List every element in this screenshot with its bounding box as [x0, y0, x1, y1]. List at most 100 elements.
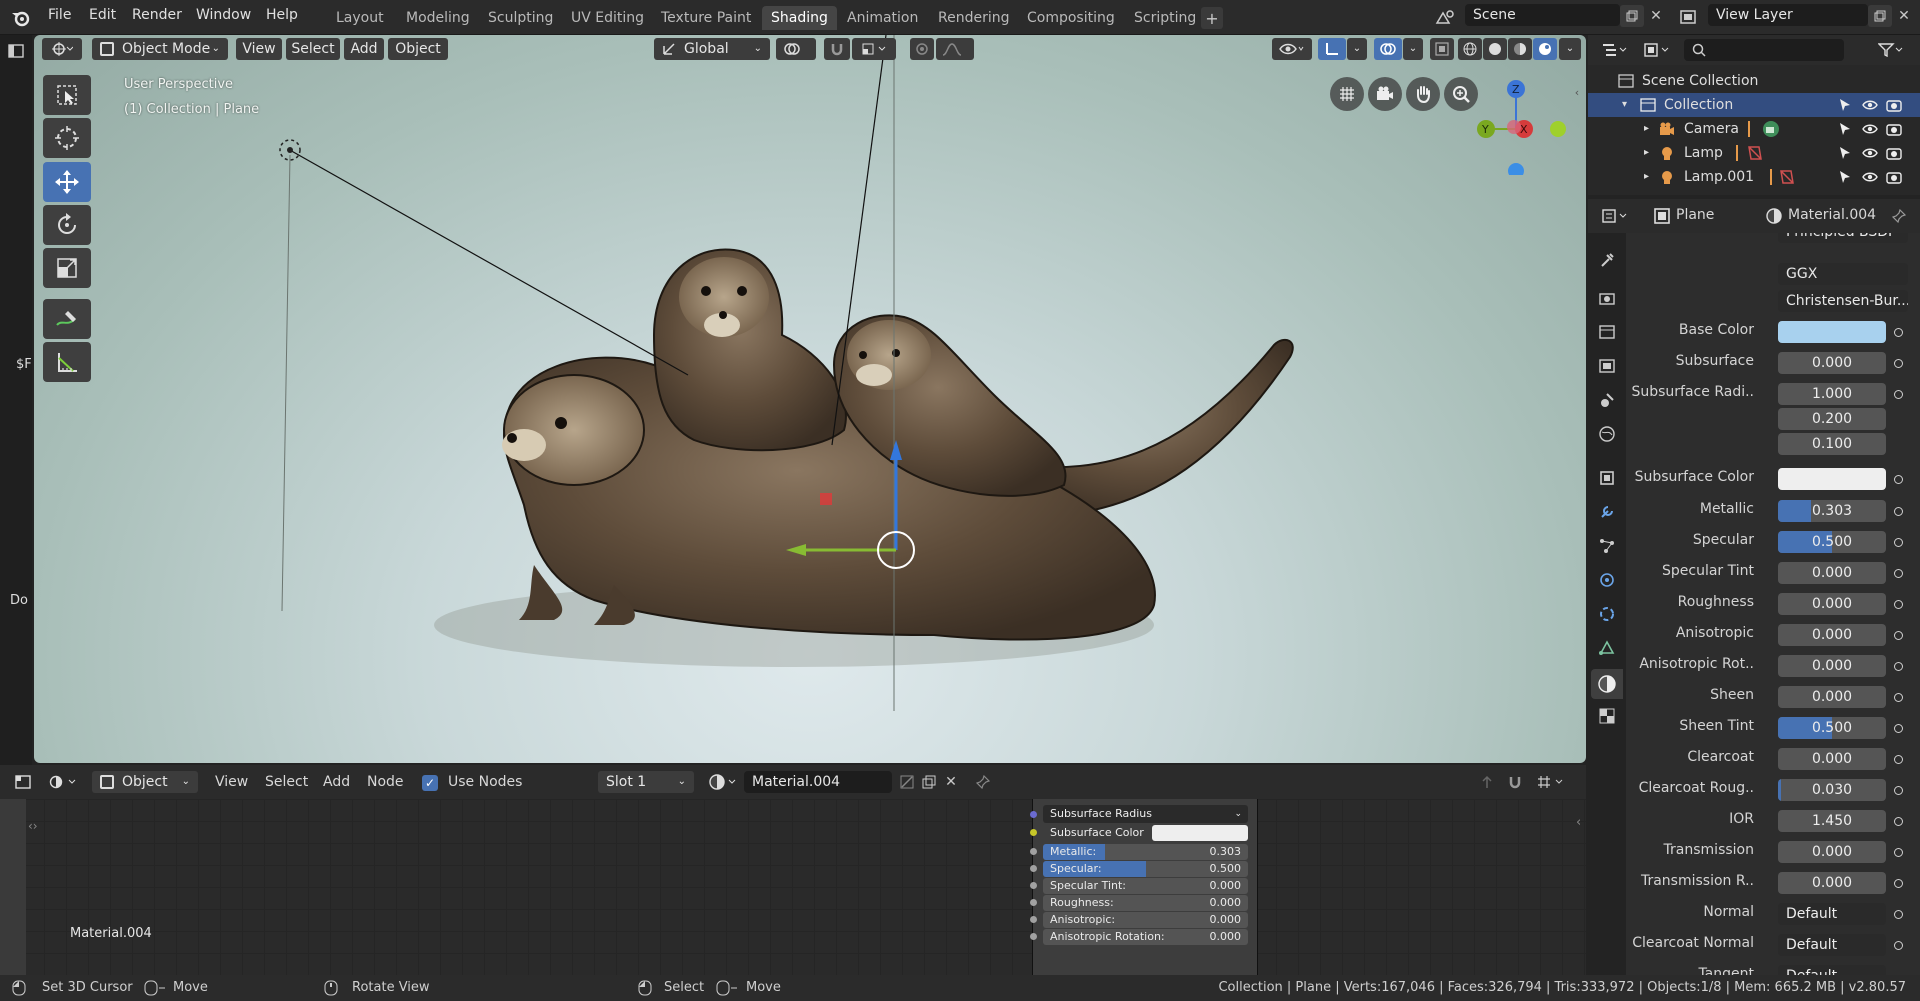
display-mode-icon[interactable] — [1640, 39, 1674, 61]
outliner-row-scene-collection[interactable]: Scene Collection — [1588, 69, 1920, 93]
node-add-menu[interactable]: Add — [323, 774, 350, 790]
menu-edit[interactable]: Edit — [89, 7, 116, 23]
roughness-slider[interactable]: 0.000 — [1778, 593, 1886, 615]
eye-icon[interactable] — [1862, 141, 1878, 167]
render-camera-icon[interactable] — [1886, 165, 1902, 192]
socket-link-icon[interactable] — [1894, 786, 1903, 795]
specular-slider[interactable]: 0.500 — [1778, 531, 1886, 553]
editor-type-button[interactable] — [42, 38, 82, 60]
material-tab-active[interactable] — [1591, 669, 1623, 699]
node-specular-tint-socket[interactable] — [1030, 882, 1037, 889]
subsurface-radius-z[interactable]: 0.100 — [1778, 433, 1886, 455]
outliner-editor-icon[interactable] — [1598, 39, 1632, 61]
tab-rendering[interactable]: Rendering — [929, 6, 1019, 30]
browse-material-icon[interactable] — [706, 772, 742, 792]
node-select-menu[interactable]: Select — [265, 774, 308, 790]
camera-view-icon[interactable] — [1368, 77, 1402, 111]
snap-magnet-icon[interactable] — [1504, 772, 1526, 792]
node-subsurface-radius-dropdown[interactable]: Subsurface Radius ⌄ — [1043, 805, 1248, 823]
xray-toggle[interactable] — [1430, 38, 1454, 60]
view-menu[interactable]: View — [236, 38, 282, 60]
toggle-ortho-icon[interactable] — [1330, 77, 1364, 111]
add-menu[interactable]: Add — [344, 38, 384, 60]
gizmo-dropdown[interactable]: ⌄ — [1347, 38, 1367, 60]
node-anisotropic-rotation-slider[interactable]: Anisotropic Rotation: 0.000 — [1043, 929, 1248, 945]
tab-animation[interactable]: Animation — [838, 6, 927, 30]
texture-tab-icon[interactable] — [1596, 705, 1618, 727]
socket-link-icon[interactable] — [1894, 631, 1903, 640]
render-camera-icon[interactable] — [1886, 117, 1902, 144]
node-view-menu[interactable]: View — [215, 774, 248, 790]
socket-link-icon[interactable] — [1894, 328, 1903, 337]
unlink-material-icon[interactable]: ✕ — [940, 772, 962, 792]
socket-subsurface-color[interactable] — [1030, 829, 1037, 836]
overlays-toggle[interactable] — [1374, 38, 1402, 60]
proportional-edit-toggle[interactable] — [910, 38, 934, 60]
scale-icon[interactable] — [43, 248, 91, 288]
shading-wireframe[interactable] — [1458, 38, 1482, 60]
socket-link-icon[interactable] — [1894, 879, 1903, 888]
subsurface-method-dropdown[interactable]: Christensen-Bur... — [1778, 290, 1908, 312]
sidebar-collapse-icon[interactable]: ‹ — [1576, 815, 1581, 830]
distribution-dropdown[interactable]: GGX — [1778, 263, 1908, 285]
tab-modeling[interactable]: Modeling — [397, 6, 479, 30]
node-subsurface-color-swatch[interactable] — [1152, 825, 1248, 841]
eye-icon[interactable] — [1862, 165, 1878, 191]
view-layer-field[interactable]: View Layer — [1708, 4, 1868, 26]
falloff-dropdown[interactable] — [936, 38, 974, 60]
socket-link-icon[interactable] — [1894, 390, 1903, 399]
socket-subsurface-radius[interactable] — [1030, 811, 1037, 818]
socket-link-icon[interactable] — [1894, 475, 1903, 484]
shader-type-icon[interactable] — [44, 772, 84, 792]
snap-target-dropdown[interactable] — [852, 38, 896, 60]
node-metallic-slider[interactable]: Metallic: 0.303 — [1043, 844, 1248, 860]
material-name-field[interactable]: Material.004 — [744, 771, 892, 793]
node-specular-socket[interactable] — [1030, 865, 1037, 872]
select-menu[interactable]: Select — [286, 38, 340, 60]
pin-icon[interactable] — [972, 772, 994, 792]
view-layer-icon[interactable] — [1673, 6, 1703, 28]
metallic-slider[interactable]: 0.303 — [1778, 500, 1886, 522]
tool-tab-icon[interactable] — [1596, 249, 1618, 271]
add-workspace-icon[interactable]: + — [1201, 7, 1223, 29]
anisotropic-rot-slider[interactable]: 0.000 — [1778, 655, 1886, 677]
subsurface-slider[interactable]: 0.000 — [1778, 352, 1886, 374]
socket-link-icon[interactable] — [1894, 662, 1903, 671]
tab-shading[interactable]: Shading — [762, 6, 837, 30]
blender-logo-icon[interactable] — [8, 6, 32, 30]
view-layer-tab-icon[interactable] — [1596, 355, 1618, 377]
node-editor-canvas[interactable]: ‹› ‹ Material.004 Subsurface Radius ⌄ Su… — [0, 799, 1586, 975]
object-tab-icon[interactable] — [1596, 467, 1618, 489]
socket-link-icon[interactable] — [1894, 538, 1903, 547]
tangent-field[interactable]: Default — [1778, 965, 1886, 975]
transform-orientation-dropdown[interactable]: Global ⌄ — [654, 38, 770, 60]
subsurface-color-swatch[interactable] — [1778, 468, 1886, 490]
pin-icon[interactable] — [1888, 205, 1910, 227]
use-nodes-checkbox[interactable]: ✓ — [422, 775, 438, 791]
slot-dropdown[interactable]: Slot 1 ⌄ — [598, 771, 694, 793]
socket-link-icon[interactable] — [1894, 724, 1903, 733]
shading-material[interactable] — [1508, 38, 1532, 60]
menu-file[interactable]: File — [48, 7, 71, 23]
measure-icon[interactable] — [43, 342, 91, 382]
subsurface-radius-x[interactable]: 1.000 — [1778, 383, 1886, 405]
node-node-menu[interactable]: Node — [367, 774, 404, 790]
outliner-row-collection[interactable]: ▾ Collection — [1588, 93, 1920, 117]
outliner-search-input[interactable] — [1684, 39, 1844, 61]
outliner-row-lamp-001[interactable]: ▸ Lamp.001 — [1588, 165, 1920, 189]
node-anisotropic-rotation-socket[interactable] — [1030, 933, 1037, 940]
tab-scripting[interactable]: Scripting — [1125, 6, 1205, 30]
shading-solid[interactable] — [1483, 38, 1507, 60]
socket-link-icon[interactable] — [1894, 359, 1903, 368]
modifier-wrench-icon[interactable] — [1596, 501, 1618, 523]
gizmo-toggle[interactable] — [1318, 38, 1346, 60]
filter-icon[interactable] — [1874, 39, 1908, 61]
duplicate-material-icon[interactable] — [918, 772, 940, 792]
node-specular-slider[interactable]: Specular: 0.500 — [1043, 861, 1248, 877]
sheen-slider[interactable]: 0.000 — [1778, 686, 1886, 708]
render-camera-icon[interactable] — [1886, 93, 1902, 120]
tab-layout[interactable]: Layout — [327, 6, 393, 30]
subsurface-radius-y[interactable]: 0.200 — [1778, 408, 1886, 430]
menu-window[interactable]: Window — [196, 7, 251, 23]
constraints-tab-icon[interactable] — [1596, 603, 1618, 625]
